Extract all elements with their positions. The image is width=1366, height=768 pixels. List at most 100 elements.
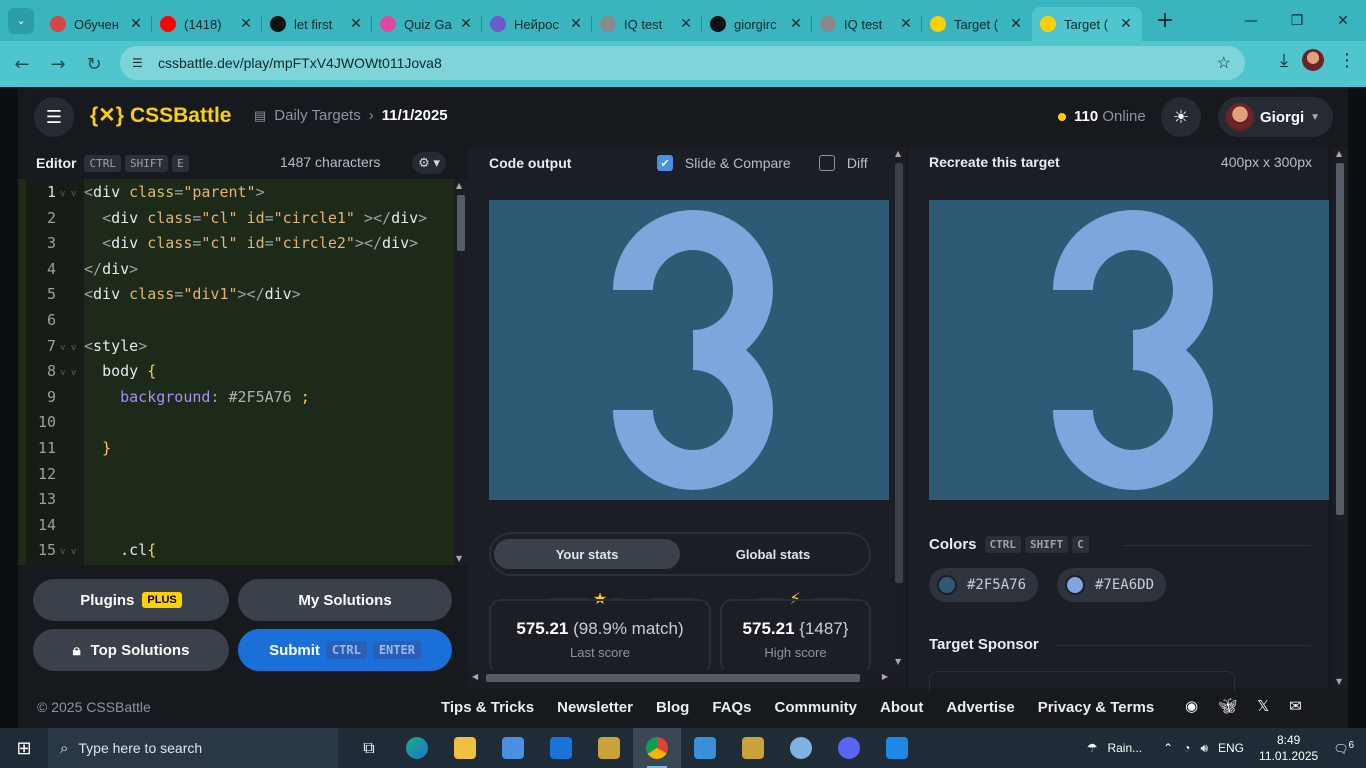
- editor-settings-gear-icon[interactable]: ⚙ ▾: [412, 152, 446, 174]
- vscode-icon[interactable]: [873, 728, 921, 768]
- footer-link[interactable]: Community: [775, 699, 858, 716]
- photos-icon[interactable]: [681, 728, 729, 768]
- footer-link[interactable]: Privacy & Terms: [1038, 699, 1154, 716]
- tab-global-stats[interactable]: Global stats: [680, 539, 866, 569]
- tab-close-icon[interactable]: ✕: [788, 16, 804, 32]
- windows-start-icon[interactable]: ⊞: [0, 728, 48, 768]
- cssbattle-logo[interactable]: {✕} CSSBattle: [90, 103, 231, 128]
- submit-button[interactable]: Submit CTRL ENTER: [238, 629, 452, 671]
- browser-tab[interactable]: giorgirc ✕: [702, 7, 812, 41]
- language-indicator[interactable]: ENG: [1218, 741, 1244, 755]
- fold-arrow-icon[interactable]: v v: [60, 189, 76, 199]
- site-info-icon[interactable]: ☰: [132, 56, 150, 70]
- tab-close-icon[interactable]: ✕: [1008, 16, 1024, 32]
- target-canvas: [929, 200, 1329, 500]
- output-horizontal-scrollbar[interactable]: ◀ ▶: [468, 669, 892, 687]
- browser-tab[interactable]: Target (✕: [1032, 7, 1142, 41]
- my-solutions-button[interactable]: My Solutions: [238, 579, 452, 621]
- chrome-icon[interactable]: [633, 728, 681, 768]
- x-icon[interactable]: 𝕏: [1257, 697, 1269, 715]
- maximize-button[interactable]: ❐: [1274, 0, 1320, 41]
- tab-close-icon[interactable]: ✕: [458, 16, 474, 32]
- bluesky-icon[interactable]: 🦋︎: [1218, 697, 1237, 715]
- edge-icon[interactable]: [393, 728, 441, 768]
- paint-icon[interactable]: [777, 728, 825, 768]
- file-explorer-icon[interactable]: [441, 728, 489, 768]
- browser-tab[interactable]: Target (✕: [922, 7, 1032, 41]
- theme-toggle-sun-icon[interactable]: ☀: [1161, 97, 1201, 137]
- output-scrollbar[interactable]: ▲ ▼: [892, 147, 906, 688]
- browser-tab[interactable]: Обучен ✕: [42, 7, 152, 41]
- close-window-button[interactable]: ✕: [1320, 0, 1366, 41]
- app-icon[interactable]: [729, 728, 777, 768]
- fold-arrow-icon[interactable]: v v: [60, 343, 76, 353]
- color-swatch[interactable]: #7EA6DD: [1057, 568, 1167, 602]
- top-solutions-button[interactable]: 🔒︎ Top Solutions: [33, 629, 229, 671]
- fold-arrow-icon[interactable]: v v: [60, 547, 76, 557]
- bookmark-star-icon[interactable]: ☆: [1217, 53, 1231, 73]
- tab-search-button[interactable]: ⌄: [8, 7, 34, 34]
- back-icon[interactable]: ←: [4, 54, 40, 75]
- plugins-button[interactable]: Plugins PLUS: [33, 579, 229, 621]
- breadcrumb-daily-targets[interactable]: Daily Targets: [274, 107, 360, 124]
- notifications-icon[interactable]: 🗨︎6: [1333, 740, 1354, 756]
- browser-tab[interactable]: IQ test ✕: [812, 7, 922, 41]
- store-icon[interactable]: [489, 728, 537, 768]
- browser-tab[interactable]: IQ test ✕: [592, 7, 702, 41]
- browser-tab[interactable]: (1418) ✕: [152, 7, 262, 41]
- outlook-icon[interactable]: [537, 728, 585, 768]
- color-swatch[interactable]: #2F5A76: [929, 568, 1039, 602]
- profile-avatar[interactable]: [1302, 49, 1324, 71]
- slide-compare-toggle[interactable]: ✔ Slide & Compare: [657, 155, 791, 171]
- footer-link[interactable]: Newsletter: [557, 699, 633, 716]
- tab-close-icon[interactable]: ✕: [238, 16, 254, 32]
- volume-icon[interactable]: 🔊︎: [1200, 741, 1208, 756]
- footer-link[interactable]: Advertise: [946, 699, 1014, 716]
- hamburger-menu-icon[interactable]: ☰: [34, 97, 74, 137]
- reload-icon[interactable]: ↻: [76, 54, 112, 75]
- forward-icon[interactable]: →: [40, 54, 76, 75]
- checkbox-checked-icon[interactable]: ✔: [657, 155, 673, 171]
- task-view-icon[interactable]: ⧉: [345, 728, 393, 768]
- target-scrollbar[interactable]: ▲ ▼: [1332, 147, 1348, 688]
- new-tab-button[interactable]: +: [1150, 8, 1180, 33]
- editor-scrollbar[interactable]: ▲ ▼: [454, 179, 468, 565]
- mail-icon[interactable]: ✉: [1289, 697, 1302, 715]
- browser-tab[interactable]: Quiz Ga ✕: [372, 7, 482, 41]
- discord-app-icon[interactable]: [825, 728, 873, 768]
- fold-arrow-icon[interactable]: v v: [60, 368, 76, 378]
- code-editor[interactable]: 1 2 3 4 5 6 7 8 9 10 11 12 13 14 15 v vv vv vv v <div c…: [26, 179, 454, 565]
- footer-link[interactable]: Blog: [656, 699, 689, 716]
- minimize-button[interactable]: —: [1228, 0, 1274, 41]
- tab-close-icon[interactable]: ✕: [128, 16, 144, 32]
- tab-close-icon[interactable]: ✕: [1118, 16, 1134, 32]
- tab-title: (1418): [184, 16, 222, 32]
- network-icon[interactable]: ◔: [1183, 741, 1190, 755]
- weather-text[interactable]: Rain...: [1107, 741, 1142, 755]
- footer-link[interactable]: About: [880, 699, 923, 716]
- user-menu[interactable]: Giorgi ▼: [1218, 97, 1333, 137]
- address-bar: ← → ↻ ☰ cssbattle.dev/play/mpFTxV4JWOWt0…: [0, 41, 1366, 87]
- discord-icon[interactable]: ◉: [1185, 697, 1198, 715]
- chevron-up-icon[interactable]: ⌃: [1163, 741, 1173, 755]
- footer-link[interactable]: FAQs: [712, 699, 751, 716]
- tab-close-icon[interactable]: ✕: [568, 16, 584, 32]
- url-field[interactable]: ☰ cssbattle.dev/play/mpFTxV4JWOWt011Jova…: [120, 46, 1245, 80]
- browser-tab[interactable]: let first ✕: [262, 7, 372, 41]
- tab-your-stats[interactable]: Your stats: [494, 539, 680, 569]
- tab-close-icon[interactable]: ✕: [898, 16, 914, 32]
- clock[interactable]: 8:49 11.01.2025: [1259, 732, 1318, 764]
- output-canvas[interactable]: [489, 200, 889, 500]
- download-icon[interactable]: ⤓: [1280, 50, 1288, 71]
- diff-toggle[interactable]: Diff: [819, 155, 868, 171]
- footer-link[interactable]: Tips & Tricks: [441, 699, 534, 716]
- app-icon[interactable]: [585, 728, 633, 768]
- tab-close-icon[interactable]: ✕: [678, 16, 694, 32]
- editor-title: Editor: [36, 155, 77, 171]
- browser-tab[interactable]: Нейрос ✕: [482, 7, 592, 41]
- target-image: [929, 200, 1329, 500]
- tab-close-icon[interactable]: ✕: [348, 16, 364, 32]
- browser-menu-icon[interactable]: ⋮: [1338, 50, 1356, 71]
- checkbox-icon[interactable]: [819, 155, 835, 171]
- taskbar-search[interactable]: ⌕ Type here to search: [48, 728, 338, 768]
